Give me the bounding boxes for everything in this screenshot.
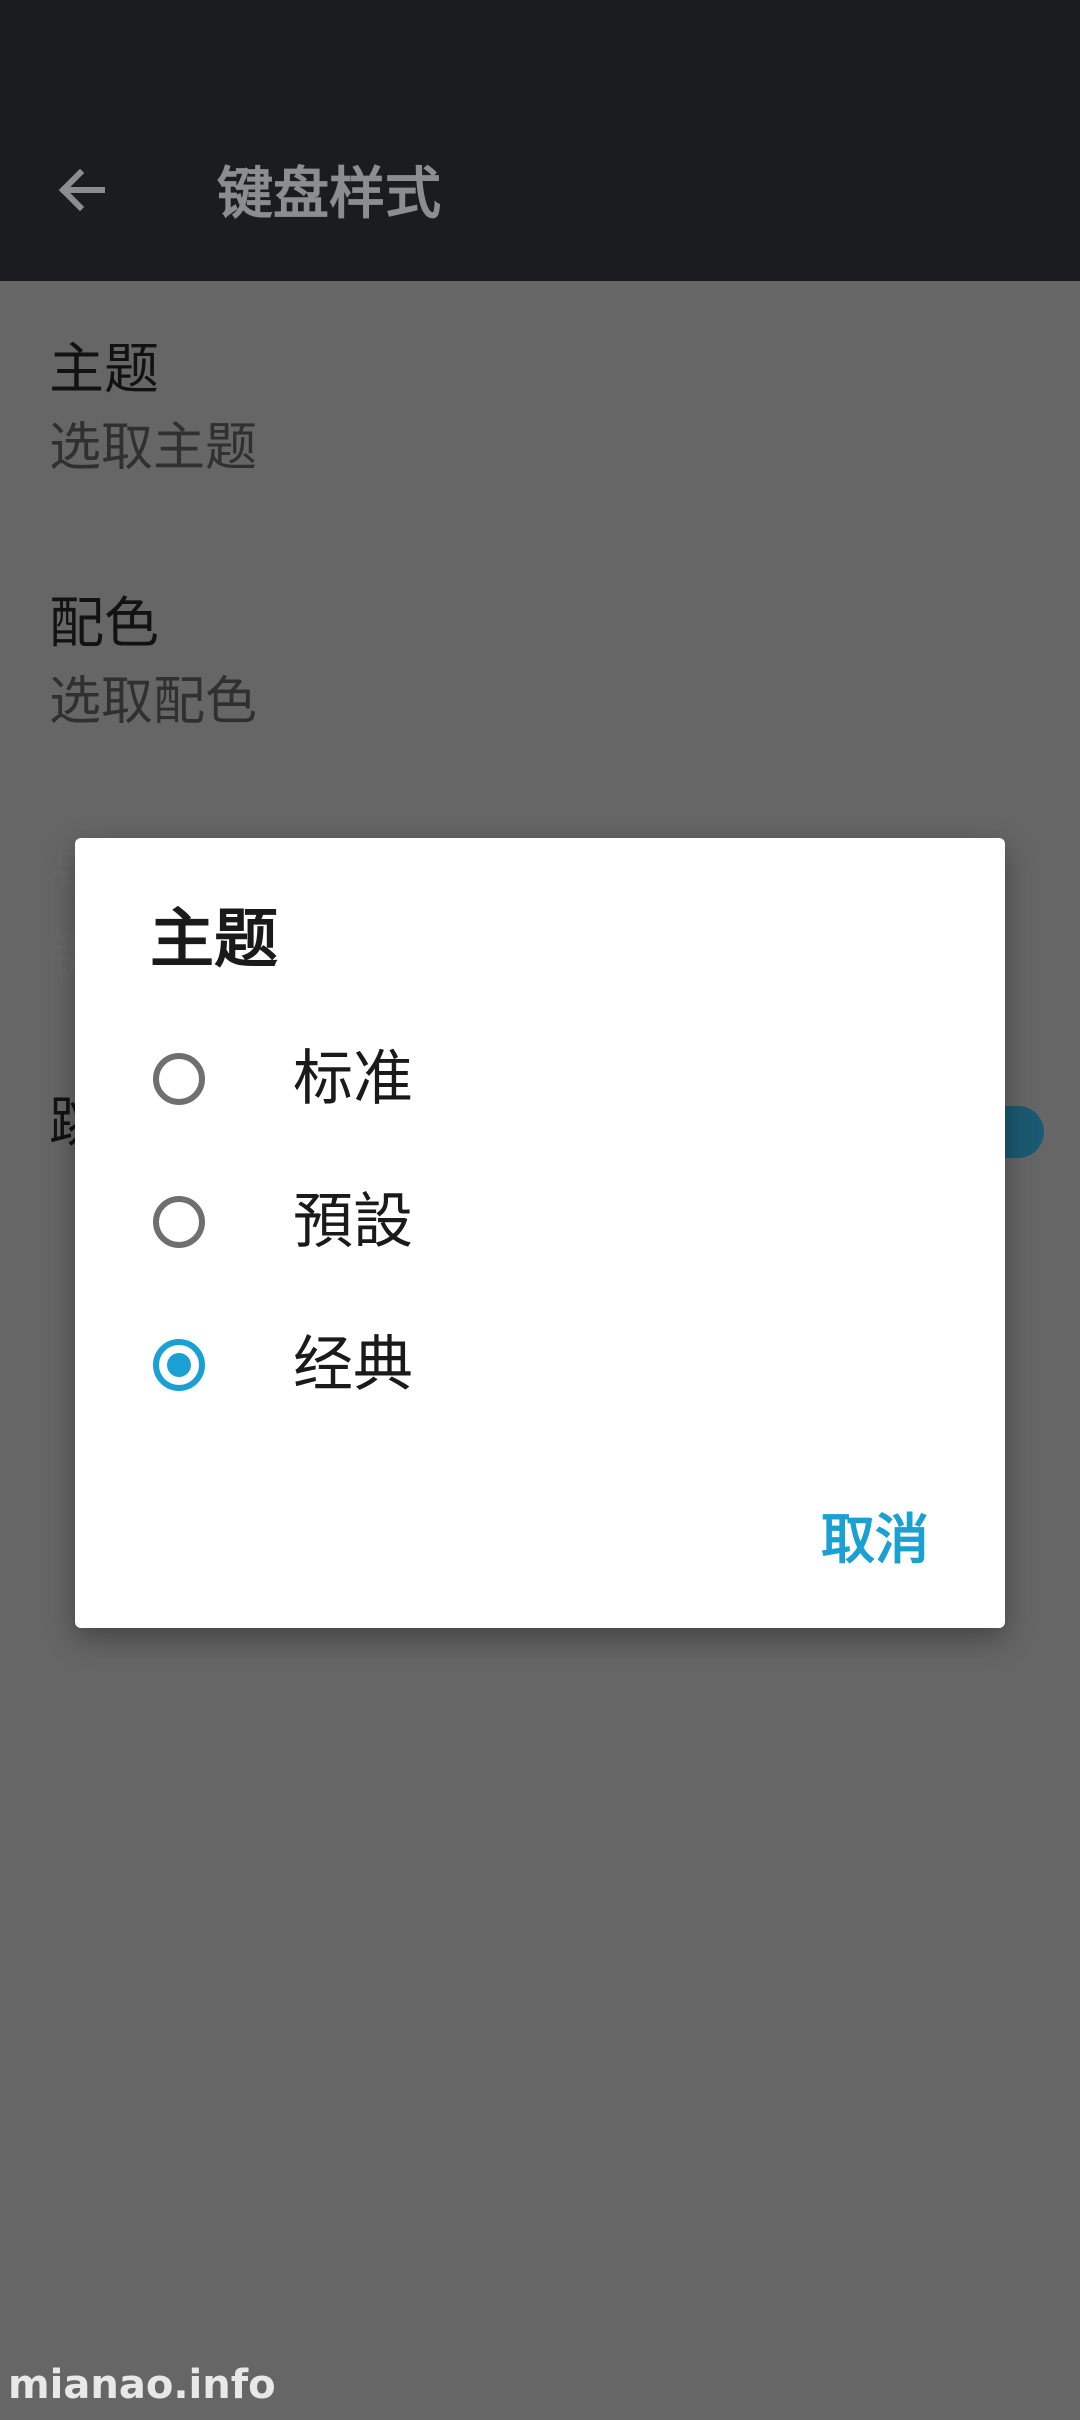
radio-unchecked-icon[interactable] — [153, 1196, 205, 1248]
option-label: 預設 — [293, 1187, 413, 1257]
pref-title: 配色 — [49, 591, 160, 655]
pref-summary: 选取配色 — [49, 672, 258, 732]
pref-title: 主题 — [49, 337, 160, 401]
app-bar: 键盘样式 — [0, 0, 1080, 281]
watermark: mianao.info — [8, 2362, 276, 2408]
radio-option-standard[interactable]: 标准 — [75, 1013, 1005, 1153]
pref-summary: 选取主题 — [49, 418, 258, 478]
option-label: 标准 — [293, 1044, 413, 1114]
cancel-button[interactable]: 取消 — [811, 1498, 939, 1582]
radio-checked-icon[interactable] — [153, 1339, 205, 1391]
screen: 键盘样式 主题 选取主题 配色 选取配色 号 键 跳 主题 标准 預設 — [0, 0, 1080, 2420]
arrow-left-icon — [54, 162, 110, 222]
option-label: 经典 — [293, 1330, 413, 1400]
radio-unchecked-icon[interactable] — [153, 1053, 205, 1105]
radio-option-classic[interactable]: 经典 — [75, 1299, 1005, 1439]
dialog-title: 主题 — [150, 903, 278, 977]
theme-dialog: 主题 标准 預設 经典 取消 — [75, 838, 1005, 1628]
page-title: 键盘样式 — [217, 162, 441, 227]
back-button[interactable] — [40, 150, 124, 234]
radio-option-default[interactable]: 預設 — [75, 1156, 1005, 1296]
